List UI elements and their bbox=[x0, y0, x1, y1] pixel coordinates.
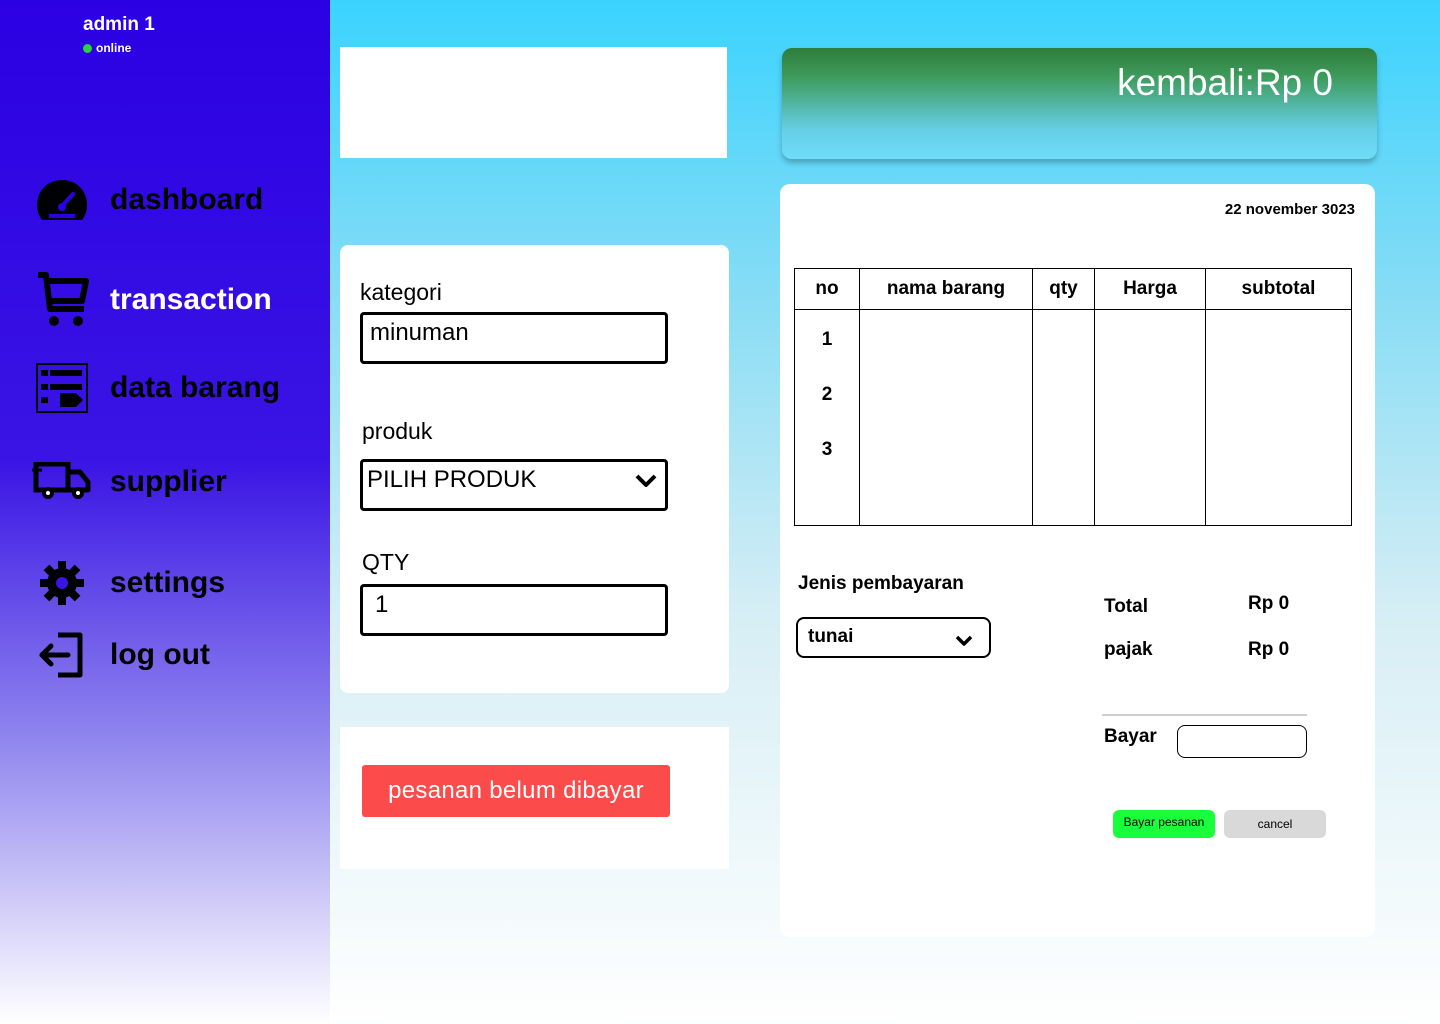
unpaid-orders-button[interactable]: pesanan belum dibayar bbox=[362, 765, 670, 817]
chevron-down-icon bbox=[635, 474, 657, 493]
chevron-down-icon bbox=[955, 633, 973, 651]
row-numbers: 1 2 3 bbox=[794, 309, 860, 526]
divider bbox=[1102, 714, 1307, 716]
search-box[interactable] bbox=[340, 47, 727, 158]
dashboard-icon bbox=[30, 168, 94, 232]
column-header-no: no bbox=[794, 268, 860, 310]
tax-label: pajak bbox=[1104, 639, 1153, 660]
change-banner: kembali:Rp 0 bbox=[782, 48, 1377, 159]
produk-value: PILIH PRODUK bbox=[367, 466, 537, 493]
receipt-date: 22 november 3023 bbox=[1224, 201, 1355, 218]
inventory-icon bbox=[30, 356, 94, 420]
truck-icon bbox=[30, 450, 94, 514]
change-amount: kembali:Rp 0 bbox=[1117, 62, 1333, 103]
user-profile: admin 1 online bbox=[83, 14, 155, 55]
produk-select[interactable]: PILIH PRODUK bbox=[360, 459, 668, 511]
column-header-qty: qty bbox=[1032, 268, 1095, 310]
harga-cell bbox=[1094, 309, 1206, 526]
order-actions: pesanan belum dibayar bbox=[340, 727, 729, 869]
cancel-button[interactable]: cancel bbox=[1224, 810, 1326, 838]
logout-icon bbox=[30, 623, 94, 687]
sidebar-item-logout[interactable]: log out bbox=[30, 623, 210, 687]
produk-label: produk bbox=[362, 418, 433, 444]
user-name: admin 1 bbox=[83, 14, 155, 35]
column-header-subtotal: subtotal bbox=[1205, 268, 1352, 310]
nama-barang-cell bbox=[859, 309, 1033, 526]
total-label: Total bbox=[1104, 596, 1148, 617]
payment-type-label: Jenis pembayaran bbox=[798, 573, 964, 594]
payment-type-select[interactable]: tunai bbox=[796, 617, 991, 658]
column-header-nama-barang: nama barang bbox=[859, 268, 1033, 310]
row-number: 1 bbox=[821, 329, 833, 350]
sidebar: admin 1 online dashboard transaction dat… bbox=[0, 0, 330, 1024]
row-number: 2 bbox=[821, 384, 833, 405]
row-number: 3 bbox=[821, 439, 833, 460]
kategori-label: kategori bbox=[360, 279, 442, 305]
sidebar-item-label: settings bbox=[110, 566, 226, 599]
qty-cell bbox=[1032, 309, 1095, 526]
qty-label: QTY bbox=[362, 549, 410, 575]
items-table: no nama barang qty Harga subtotal 1 2 3 bbox=[794, 268, 1352, 526]
gear-icon bbox=[30, 551, 94, 615]
qty-field[interactable]: 1 bbox=[360, 584, 668, 636]
qty-value: 1 bbox=[375, 591, 389, 618]
sidebar-item-transaction[interactable]: transaction bbox=[30, 268, 272, 332]
sidebar-item-label: transaction bbox=[110, 283, 272, 316]
sidebar-item-data-barang[interactable]: data barang bbox=[30, 356, 280, 420]
bayar-input[interactable] bbox=[1177, 725, 1307, 758]
receipt-panel: 22 november 3023 no nama barang qty Harg… bbox=[780, 184, 1375, 937]
subtotal-cell bbox=[1205, 309, 1352, 526]
kategori-value: minuman bbox=[370, 319, 469, 346]
sidebar-item-label: supplier bbox=[110, 465, 227, 498]
sidebar-item-settings[interactable]: settings bbox=[30, 551, 225, 615]
column-header-harga: Harga bbox=[1094, 268, 1206, 310]
sidebar-item-label: data barang bbox=[110, 371, 281, 404]
total-value: Rp 0 bbox=[1248, 593, 1290, 614]
kategori-field[interactable]: minuman bbox=[360, 312, 668, 364]
sidebar-item-supplier[interactable]: supplier bbox=[30, 450, 227, 514]
order-form: kategori minuman produk PILIH PRODUK QTY… bbox=[340, 245, 729, 693]
table-header-row: no nama barang qty Harga subtotal bbox=[794, 268, 1352, 310]
bayar-label: Bayar bbox=[1104, 726, 1157, 747]
payment-type-value: tunai bbox=[808, 626, 854, 647]
online-dot-icon bbox=[83, 43, 92, 53]
table-body-row: 1 2 3 bbox=[794, 309, 1352, 526]
user-status-label: online bbox=[96, 41, 132, 55]
sidebar-item-label: log out bbox=[110, 638, 210, 671]
pay-order-button[interactable]: Bayar pesanan bbox=[1113, 810, 1215, 838]
sidebar-item-label: dashboard bbox=[110, 183, 264, 216]
tax-value: Rp 0 bbox=[1248, 639, 1290, 660]
user-status: online bbox=[83, 41, 155, 55]
sidebar-item-dashboard[interactable]: dashboard bbox=[30, 168, 263, 232]
cart-icon bbox=[30, 268, 94, 332]
